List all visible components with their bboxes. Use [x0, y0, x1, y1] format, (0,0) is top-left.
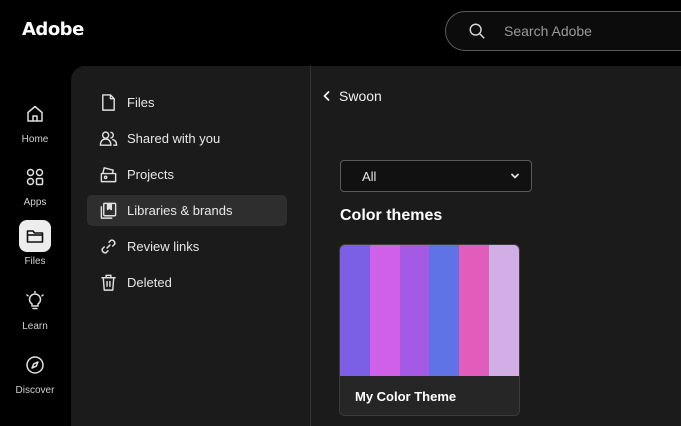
nav-item-projects[interactable]: Projects: [87, 159, 287, 190]
library-name: Swoon: [339, 88, 382, 104]
projects-icon: [100, 167, 117, 183]
search-input[interactable]: [504, 23, 681, 39]
rail-label: Learn: [22, 321, 48, 332]
nav-label: Projects: [127, 167, 174, 182]
color-swatch: [340, 245, 370, 376]
color-swatch: [429, 245, 460, 376]
rail-item-files[interactable]: Files: [0, 220, 70, 267]
adobe-logo[interactable]: Adobe: [22, 19, 84, 40]
color-swatch: [489, 245, 519, 376]
nav-label: Libraries & brands: [127, 203, 233, 218]
color-swatch: [459, 245, 490, 376]
nav-item-files[interactable]: Files: [87, 87, 287, 118]
color-theme-card[interactable]: My Color Theme: [339, 244, 520, 416]
nav-item-deleted[interactable]: Deleted: [87, 267, 287, 298]
compass-icon: [19, 349, 51, 381]
rail-label: Home: [21, 134, 49, 145]
people-icon: [99, 131, 118, 146]
rail-item-apps[interactable]: Apps: [0, 161, 70, 208]
nav-label: Deleted: [127, 275, 172, 290]
panel-divider: [310, 66, 311, 426]
chevron-down-icon: [511, 173, 519, 179]
nav-label: Shared with you: [127, 131, 221, 146]
home-icon: [19, 98, 51, 130]
nav-label: Review links: [127, 239, 200, 254]
trash-icon: [101, 274, 116, 291]
rail-label: Files: [24, 256, 46, 267]
nav-item-libraries-brands[interactable]: Libraries & brands: [87, 195, 287, 226]
section-title: Color themes: [340, 207, 443, 224]
chevron-left-icon: [323, 91, 330, 101]
search-bar[interactable]: [445, 11, 681, 51]
back-link[interactable]: Swoon: [320, 88, 382, 104]
folder-icon: [19, 220, 51, 252]
apps-icon: [19, 161, 51, 193]
rail-label: Discover: [15, 385, 55, 396]
filter-dropdown[interactable]: All: [340, 160, 532, 192]
color-swatch: [369, 245, 400, 376]
link-icon: [101, 239, 116, 254]
rail-item-learn[interactable]: Learn: [0, 285, 70, 332]
rail-item-discover[interactable]: Discover: [0, 349, 70, 396]
libraries-icon: [100, 202, 117, 219]
card-footer: My Color Theme: [340, 376, 519, 415]
rail-label: Apps: [23, 197, 47, 208]
left-rail: Home Apps Files Learn Discover: [0, 70, 70, 426]
card-title: My Color Theme: [355, 389, 457, 404]
nav-label: Files: [127, 95, 155, 110]
search-icon: [469, 23, 485, 39]
app-window: Adobe Home: [0, 0, 681, 426]
nav-item-shared-with-you[interactable]: Shared with you: [87, 123, 287, 154]
color-swatch: [399, 245, 430, 376]
filter-value: All: [362, 168, 377, 184]
file-icon: [102, 94, 115, 111]
rail-item-home[interactable]: Home: [0, 98, 70, 145]
nav-item-review-links[interactable]: Review links: [87, 231, 287, 262]
lightbulb-icon: [19, 285, 51, 317]
color-swatches: [340, 245, 519, 376]
